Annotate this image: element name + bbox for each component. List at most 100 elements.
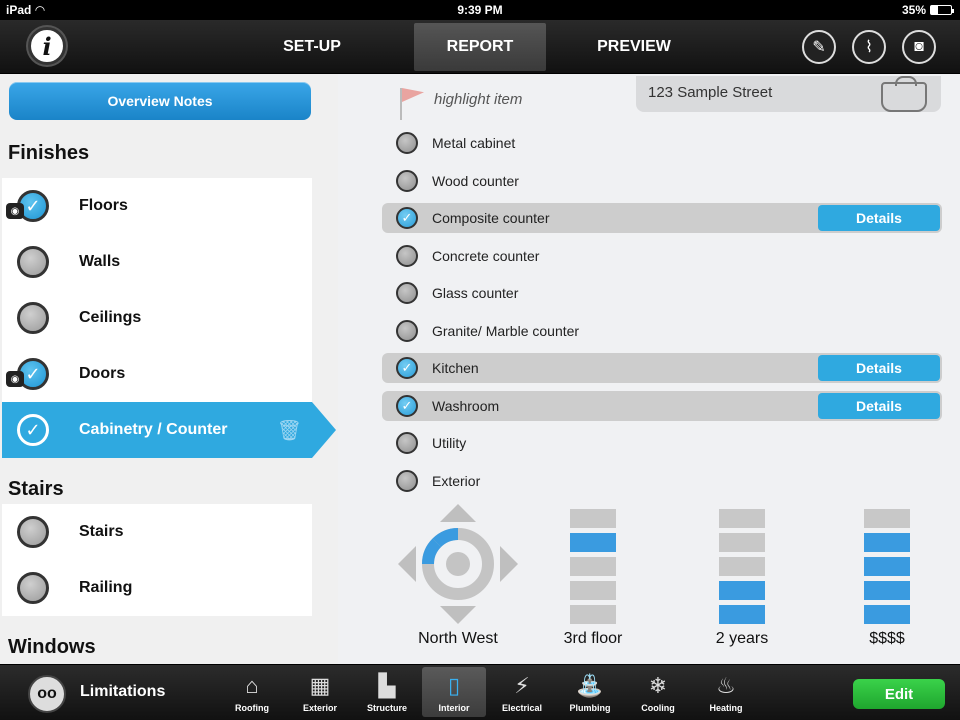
option-glass-counter[interactable]: Glass counter [382,278,942,308]
highlight-item-toggle[interactable]: highlight item [398,88,522,120]
check-icon: ✓ [396,207,418,229]
top-nav: i SET-UP REPORT PREVIEW ✎ ⌇ ◙ [0,20,960,74]
sidebar-item-stairs[interactable]: Stairs [2,504,312,560]
section-title-stairs: Stairs [8,478,64,500]
unchecked-circle-icon [17,246,49,278]
level-segment[interactable] [864,605,910,624]
level-segment[interactable] [570,605,616,624]
option-label: Granite/ Marble counter [432,323,580,339]
paperclip-icon[interactable]: ⌇ [852,30,886,64]
sidebar-item-ceilings[interactable]: Ceilings [2,290,312,346]
tab-electrical[interactable]: ⚡ Electrical [490,667,554,717]
age-level-bars[interactable] [719,509,765,629]
sidebar-item-railing[interactable]: Railing [2,560,312,616]
direction-compass-icon[interactable] [398,504,518,624]
level-segment[interactable] [864,581,910,600]
edit-button[interactable]: Edit [853,679,945,709]
clipboard-icon [881,76,927,112]
tab-plumbing[interactable]: ⛲ Plumbing [558,667,622,717]
stairs-list: Stairs Railing [2,504,312,616]
status-bar: iPad ◠ 9:39 PM 35% [0,0,960,20]
sidebar-item-label: Walls [79,253,121,270]
tab-label: Interior [438,703,470,713]
level-segment[interactable] [570,581,616,600]
sidebar-item-label: Ceilings [79,309,142,326]
tab-setup[interactable]: SET-UP [252,23,372,71]
floor-level-bars[interactable] [570,509,616,629]
option-exterior[interactable]: Exterior [382,466,942,496]
tab-roofing[interactable]: ⌂ Roofing [220,667,284,717]
option-metal-cabinet[interactable]: Metal cabinet [382,128,942,158]
cooling-icon: ❄ [648,673,668,698]
option-label: Washroom [432,398,500,414]
option-wood-counter[interactable]: Wood counter [382,166,942,196]
option-granite-marble-counter[interactable]: Granite/ Marble counter [382,316,942,346]
option-label: Concrete counter [432,248,540,264]
tab-heating[interactable]: ♨ Heating [694,667,758,717]
level-segment[interactable] [719,605,765,624]
option-label: Composite counter [432,210,550,226]
brick-icon: ▦ [309,673,331,698]
details-button[interactable]: Details [818,355,940,381]
marker-icon[interactable]: ✎ [802,30,836,64]
limitations-label[interactable]: Limitations [80,683,165,701]
level-segment[interactable] [719,557,765,576]
overview-notes-button[interactable]: Overview Notes [9,82,311,120]
radio-icon [396,470,418,492]
flag-icon [398,88,424,120]
option-concrete-counter[interactable]: Concrete counter [382,241,942,271]
level-segment[interactable] [864,509,910,528]
option-composite-counter[interactable]: ✓ Composite counter Details [382,203,942,233]
tab-label: Heating [709,703,743,713]
details-button[interactable]: Details [818,205,940,231]
info-icon[interactable]: i [28,27,66,65]
option-label: Glass counter [432,285,519,301]
sidebar-item-label: Stairs [79,523,124,540]
sidebar-item-cabinetry-counter[interactable]: ✓ Cabinetry / Counter 🗑 [2,402,336,458]
faucet-icon: ⛲ [576,673,604,698]
level-segment[interactable] [570,509,616,528]
level-segment[interactable] [570,533,616,552]
option-utility[interactable]: Utility [382,428,942,458]
tab-interior[interactable]: ▯ Interior [422,667,486,717]
sidebar-item-walls[interactable]: Walls [2,234,312,290]
tab-preview[interactable]: PREVIEW [574,23,694,71]
address-field[interactable]: 123 Sample Street [636,76,941,112]
level-segment[interactable] [864,533,910,552]
option-label: Utility [432,435,467,451]
level-segment[interactable] [570,557,616,576]
unchecked-circle-icon [17,572,49,604]
sidebar-item-floors[interactable]: ✓ ◉ Floors [2,178,312,234]
radio-icon [396,282,418,304]
tab-cooling[interactable]: ❄ Cooling [626,667,690,717]
tab-label: Cooling [641,703,675,713]
binoculars-icon[interactable]: oo [28,675,66,713]
trash-icon[interactable]: 🗑 [277,418,302,443]
option-washroom[interactable]: ✓ Washroom Details [382,391,942,421]
option-label: Metal cabinet [432,135,516,151]
cost-level-bars[interactable] [864,509,910,629]
unchecked-circle-icon [17,302,49,334]
tab-label: Structure [366,703,407,713]
level-segment[interactable] [719,581,765,600]
tab-structure[interactable]: ▙ Structure [355,667,419,717]
sidebar-item-doors[interactable]: ✓ ◉ Doors [2,346,312,402]
main-panel: highlight item 123 Sample Street Metal c… [338,74,960,664]
option-label: Wood counter [432,173,519,189]
level-segment[interactable] [864,557,910,576]
section-title-finishes: Finishes [8,142,90,164]
tab-report[interactable]: REPORT [414,23,546,71]
level-segment[interactable] [719,533,765,552]
bulb-icon: ⚡ [514,673,530,698]
level-segment[interactable] [719,509,765,528]
option-label: Exterior [432,473,481,489]
cost-label: $$$$ [869,630,905,647]
sidebar: Overview Notes Finishes ✓ ◉ Floors Walls… [0,74,338,664]
sidebar-item-label: Cabinetry / Counter [79,421,228,438]
details-button[interactable]: Details [818,393,940,419]
camera-icon[interactable]: ◙ [902,30,936,64]
tab-exterior[interactable]: ▦ Exterior [288,667,352,717]
option-kitchen[interactable]: ✓ Kitchen Details [382,353,942,383]
check-icon: ✓ [396,395,418,417]
sidebar-item-label: Railing [79,579,133,596]
